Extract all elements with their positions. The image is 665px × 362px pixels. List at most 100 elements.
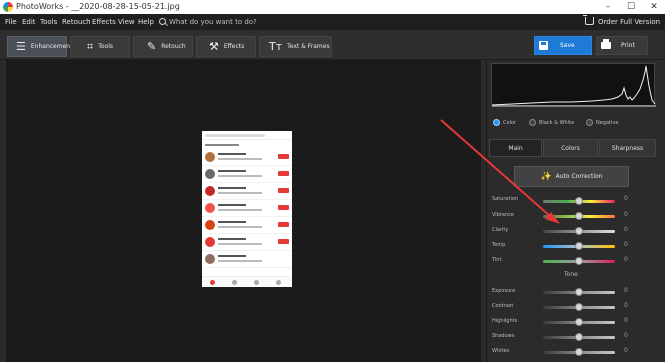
auto-correction-label: Auto Correction bbox=[555, 173, 603, 180]
slider-knob[interactable] bbox=[575, 318, 583, 326]
photo-detail bbox=[202, 131, 292, 140]
cart-icon[interactable] bbox=[583, 15, 594, 25]
saturation-label: Saturation bbox=[492, 196, 519, 202]
magic-wand-icon: ✨ bbox=[540, 171, 552, 182]
tab-text-frames[interactable]: Tт Text & Frames bbox=[259, 36, 332, 57]
mode-label: Negative bbox=[596, 119, 619, 126]
highlights-slider[interactable] bbox=[543, 318, 615, 326]
shadows-value: 0 bbox=[624, 332, 628, 339]
highlights-label: Highlights bbox=[492, 318, 518, 324]
histogram bbox=[491, 63, 656, 107]
tab-effects[interactable]: ⚒ Effects bbox=[196, 36, 256, 57]
shadows-label: Shadows bbox=[492, 333, 515, 339]
clarity-slider[interactable] bbox=[543, 227, 615, 235]
slider-knob[interactable] bbox=[575, 227, 583, 235]
exposure-slider[interactable] bbox=[543, 288, 615, 296]
menu-view[interactable]: View bbox=[118, 14, 135, 30]
floppy-disk-icon bbox=[539, 41, 548, 50]
order-full-version-link[interactable]: Order Full Version bbox=[598, 14, 660, 30]
mode-label: Color bbox=[503, 119, 517, 126]
text-icon: Tт bbox=[269, 40, 283, 53]
vibrance-value: 0 bbox=[624, 211, 628, 218]
vibrance-slider[interactable] bbox=[543, 212, 615, 220]
slider-knob[interactable] bbox=[575, 348, 583, 356]
window-title: PhotoWorks - __2020-08-28-15-05-21.jpg bbox=[16, 2, 180, 11]
menu-file[interactable]: File bbox=[5, 14, 17, 30]
tab-label: Enhancement bbox=[30, 43, 73, 50]
highlights-value: 0 bbox=[624, 317, 628, 324]
panel-scrollbar[interactable] bbox=[657, 60, 665, 362]
vibrance-label: Vibrance bbox=[492, 212, 514, 218]
tab-label: Effects bbox=[223, 43, 245, 50]
whites-slider[interactable] bbox=[543, 348, 615, 356]
histogram-graph bbox=[491, 65, 656, 107]
app-logo-icon bbox=[3, 2, 13, 12]
close-button[interactable]: ✕ bbox=[643, 0, 665, 14]
tab-enhancement[interactable]: ☰ Enhancement bbox=[7, 36, 72, 57]
print-button[interactable]: Print bbox=[596, 36, 648, 55]
menu-bar: File Edit Tools Retouch Effects View Hel… bbox=[0, 14, 665, 30]
temp-slider[interactable] bbox=[543, 242, 615, 250]
whites-value: 0 bbox=[624, 347, 628, 354]
temp-label: Temp bbox=[492, 242, 506, 248]
app-window: PhotoWorks - __2020-08-28-15-05-21.jpg –… bbox=[0, 0, 665, 362]
slider-knob[interactable] bbox=[575, 303, 583, 311]
slider-knob[interactable] bbox=[575, 242, 583, 250]
menu-edit[interactable]: Edit bbox=[22, 14, 36, 30]
tab-retouch[interactable]: ✎ Retouch bbox=[133, 36, 193, 57]
exposure-label: Exposure bbox=[492, 288, 516, 294]
maximize-button[interactable]: ☐ bbox=[620, 0, 642, 14]
tone-section-label: Tone bbox=[564, 271, 578, 278]
auto-correction-button[interactable]: ✨ Auto Correction bbox=[514, 166, 629, 187]
tab-label: Retouch bbox=[161, 43, 186, 50]
photo-detail bbox=[202, 276, 292, 287]
mode-negative-radio[interactable]: Negative bbox=[586, 119, 618, 126]
tint-value: 0 bbox=[624, 256, 628, 263]
slider-knob[interactable] bbox=[575, 197, 583, 205]
magic-wand-icon: ⚒ bbox=[209, 40, 219, 53]
saturation-slider[interactable] bbox=[543, 197, 615, 205]
crop-icon: ⌗ bbox=[87, 40, 94, 53]
temp-value: 0 bbox=[624, 241, 628, 248]
mode-color-radio[interactable]: Color bbox=[493, 119, 516, 126]
menu-retouch[interactable]: Retouch bbox=[62, 14, 91, 30]
slider-knob[interactable] bbox=[575, 333, 583, 341]
save-button[interactable]: Save bbox=[534, 36, 592, 55]
contrast-value: 0 bbox=[624, 302, 628, 309]
mode-label: Black & White bbox=[539, 119, 575, 126]
menu-tools[interactable]: Tools bbox=[40, 14, 57, 30]
sliders-icon: ☰ bbox=[16, 40, 26, 53]
minimize-button[interactable]: – bbox=[597, 0, 619, 14]
slider-knob[interactable] bbox=[575, 212, 583, 220]
radio-selected-icon bbox=[493, 119, 500, 126]
shadows-slider[interactable] bbox=[543, 333, 615, 341]
tab-sharpness[interactable]: Sharpness bbox=[599, 139, 656, 157]
histogram-curve bbox=[491, 65, 656, 106]
clarity-value: 0 bbox=[624, 226, 628, 233]
tab-main[interactable]: Main bbox=[489, 139, 542, 157]
search-input[interactable] bbox=[169, 16, 289, 28]
search-icon bbox=[159, 18, 166, 25]
tab-label: Text & Frames bbox=[287, 43, 330, 50]
clarity-label: Clarity bbox=[492, 227, 509, 233]
photo-detail bbox=[202, 149, 292, 166]
menu-effects[interactable]: Effects bbox=[92, 14, 116, 30]
photo-detail bbox=[202, 166, 292, 183]
image-canvas[interactable] bbox=[6, 60, 481, 362]
tab-tools[interactable]: ⌗ Tools bbox=[70, 36, 130, 57]
contrast-slider[interactable] bbox=[543, 303, 615, 311]
slider-knob[interactable] bbox=[575, 288, 583, 296]
save-label: Save bbox=[560, 42, 575, 49]
photo-detail bbox=[202, 140, 292, 149]
tint-slider[interactable] bbox=[543, 257, 615, 265]
photo-detail bbox=[202, 200, 292, 217]
slider-knob[interactable] bbox=[575, 257, 583, 265]
title-bar: PhotoWorks - __2020-08-28-15-05-21.jpg –… bbox=[0, 0, 665, 14]
radio-icon bbox=[586, 119, 593, 126]
exposure-value: 0 bbox=[624, 287, 628, 294]
photo-detail bbox=[202, 183, 292, 200]
tint-label: Tint bbox=[492, 257, 502, 263]
menu-help[interactable]: Help bbox=[138, 14, 154, 30]
mode-bw-radio[interactable]: Black & White bbox=[529, 119, 574, 126]
tab-colors[interactable]: Colors bbox=[543, 139, 598, 157]
